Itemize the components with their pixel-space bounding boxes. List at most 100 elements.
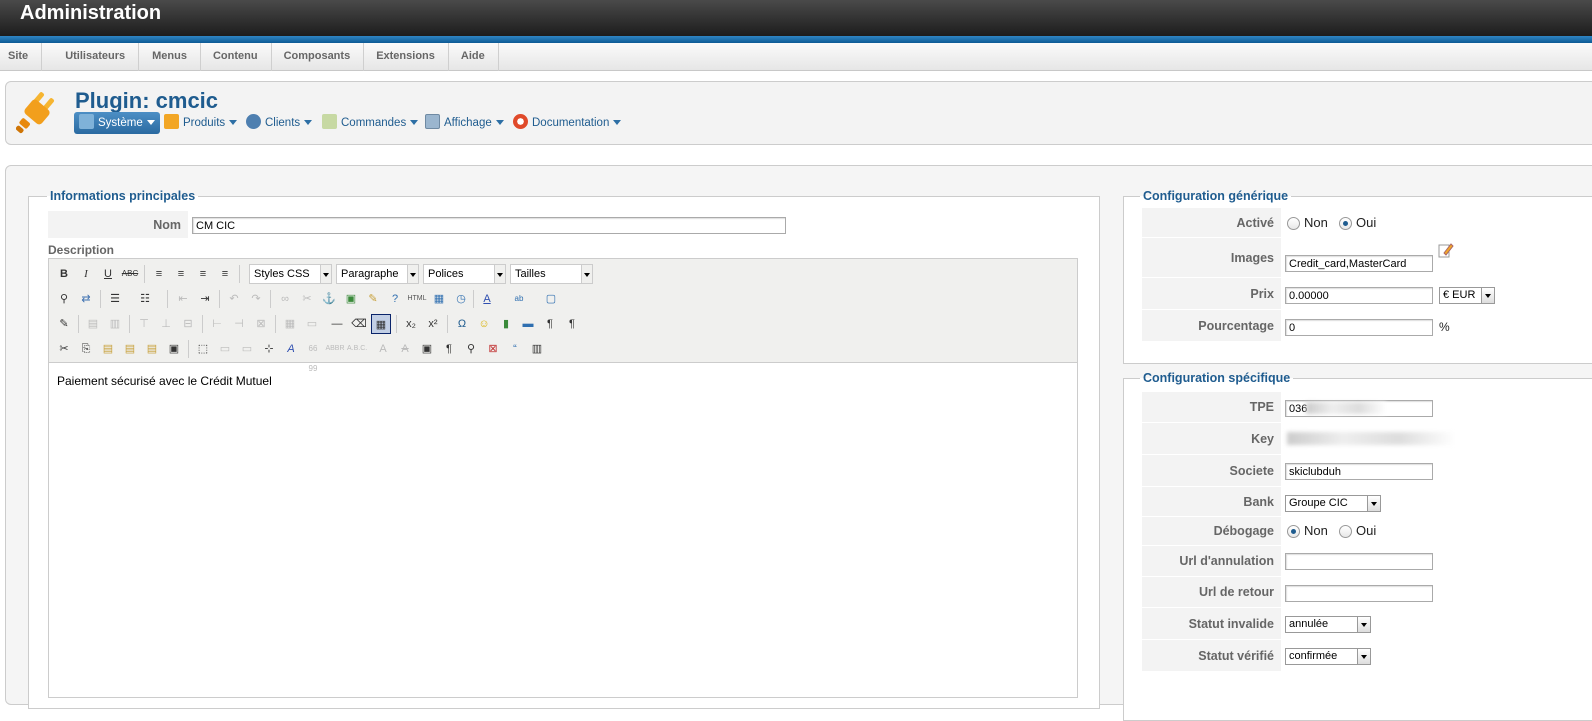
link-icon[interactable]: ∞: [275, 289, 295, 309]
visual-chars-icon[interactable]: ¶: [439, 339, 459, 359]
cut-icon[interactable]: ✂: [54, 339, 74, 359]
menu-item-extensions[interactable]: Extensions: [364, 43, 449, 71]
undo-icon[interactable]: ↶: [224, 289, 244, 309]
non-breaking-icon[interactable]: ⊠: [483, 339, 503, 359]
media-icon[interactable]: ▮: [496, 314, 516, 334]
currency-select[interactable]: € EUR: [1439, 287, 1495, 304]
find-icon[interactable]: ⚲: [54, 289, 74, 309]
indent-icon[interactable]: ⇥: [195, 289, 215, 309]
menu-item-site[interactable]: Site: [0, 43, 43, 71]
text-color-icon[interactable]: A: [477, 289, 497, 309]
move-backward-icon[interactable]: ▭: [237, 339, 257, 359]
cancel-url-input[interactable]: [1285, 553, 1433, 570]
strikethrough-icon[interactable]: ABC: [120, 264, 140, 284]
align-right-icon[interactable]: ≡: [193, 264, 213, 284]
images-input[interactable]: [1285, 255, 1433, 272]
numbered-list-icon[interactable]: ☷: [135, 289, 155, 309]
special-char-icon[interactable]: Ω: [452, 314, 472, 334]
toolbar-affichage[interactable]: Affichage: [425, 112, 504, 134]
rtl-icon[interactable]: ¶: [562, 314, 582, 334]
percent-input[interactable]: [1285, 319, 1433, 336]
table-cell-props-icon[interactable]: ▥: [105, 314, 125, 334]
fullscreen-icon[interactable]: ▢: [541, 289, 561, 309]
html-icon[interactable]: HTML: [407, 289, 427, 309]
merge-cells-icon[interactable]: ▭: [302, 314, 322, 334]
advanced-hr-icon[interactable]: ▬: [518, 314, 538, 334]
societe-input[interactable]: [1285, 463, 1433, 480]
styleprops-icon[interactable]: A: [281, 339, 301, 359]
debug-radio-non[interactable]: [1287, 525, 1300, 538]
ltr-icon[interactable]: ¶: [540, 314, 560, 334]
edit-icon[interactable]: ✎: [54, 314, 74, 334]
debug-radio-oui[interactable]: [1339, 525, 1352, 538]
toolbar-commandes[interactable]: Commandes: [322, 112, 419, 134]
verified-status-select[interactable]: confirmée: [1285, 648, 1371, 665]
bold-icon[interactable]: B: [54, 264, 74, 284]
italic-icon[interactable]: I: [76, 264, 96, 284]
edit-images-icon[interactable]: [1438, 242, 1454, 258]
toolbar-documentation[interactable]: Documentation: [513, 112, 622, 134]
attribs-icon[interactable]: ▣: [417, 339, 437, 359]
sizes-select[interactable]: Tailles: [510, 264, 593, 284]
paste-text-icon[interactable]: ▤: [120, 339, 140, 359]
format-select[interactable]: Paragraphe: [336, 264, 419, 284]
bullet-list-icon[interactable]: ☰: [105, 289, 125, 309]
outdent-icon[interactable]: ⇤: [173, 289, 193, 309]
highlight-color-icon[interactable]: ab: [509, 289, 529, 309]
unlink-icon[interactable]: ✂: [297, 289, 317, 309]
acronym-icon[interactable]: A.B.C.: [347, 339, 367, 359]
invalid-status-select[interactable]: annulée: [1285, 616, 1371, 633]
paste-word-icon[interactable]: ▤: [142, 339, 162, 359]
align-left-icon[interactable]: ≡: [149, 264, 169, 284]
delete-col-icon[interactable]: ⊠: [251, 314, 271, 334]
toolbar-produits[interactable]: Produits: [164, 112, 238, 134]
price-input[interactable]: [1285, 287, 1433, 304]
align-justify-icon[interactable]: ≡: [215, 264, 235, 284]
menu-item-contenu[interactable]: Contenu: [201, 43, 272, 71]
insert-date-icon[interactable]: ▦: [429, 289, 449, 309]
abbr-icon[interactable]: ABBR: [325, 339, 345, 359]
visual-aid-icon[interactable]: ▦: [371, 314, 391, 334]
col-before-icon[interactable]: ⊢: [207, 314, 227, 334]
active-radio-oui[interactable]: [1339, 217, 1352, 230]
insert-layer-icon[interactable]: ⬚: [193, 339, 213, 359]
horizontal-rule-icon[interactable]: —: [327, 314, 347, 334]
return-url-input[interactable]: [1285, 585, 1433, 602]
row-before-icon[interactable]: ⊤: [134, 314, 154, 334]
superscript-icon[interactable]: x²: [423, 314, 443, 334]
key-redaction[interactable]: [1287, 432, 1455, 445]
menu-item-composants[interactable]: Composants: [272, 43, 365, 71]
col-after-icon[interactable]: ⊣: [229, 314, 249, 334]
template-icon[interactable]: ▥: [527, 339, 547, 359]
row-after-icon[interactable]: ⊥: [156, 314, 176, 334]
image-icon[interactable]: ▣: [341, 289, 361, 309]
name-input[interactable]: [192, 217, 786, 234]
emoticons-icon[interactable]: ☺: [474, 314, 494, 334]
del-icon[interactable]: A: [373, 339, 393, 359]
split-cells-icon[interactable]: ▦: [280, 314, 300, 334]
select-all-icon[interactable]: ▣: [164, 339, 184, 359]
bank-select[interactable]: Groupe CIC: [1285, 495, 1381, 512]
fonts-select[interactable]: Polices: [423, 264, 506, 284]
menu-item-aide[interactable]: Aide: [449, 43, 499, 71]
redo-icon[interactable]: ↷: [246, 289, 266, 309]
absolute-icon[interactable]: ⊹: [259, 339, 279, 359]
preview-icon[interactable]: ⚲: [461, 339, 481, 359]
cleanup-icon[interactable]: ✎: [363, 289, 383, 309]
active-radio-non[interactable]: [1287, 217, 1300, 230]
cite-icon[interactable]: 66 99: [303, 339, 323, 373]
subscript-icon[interactable]: x₂: [401, 314, 421, 334]
table-row-props-icon[interactable]: ▤: [83, 314, 103, 334]
help-icon[interactable]: ?: [385, 289, 405, 309]
toolbar-clients[interactable]: Clients: [246, 112, 313, 134]
delete-row-icon[interactable]: ⊟: [178, 314, 198, 334]
align-center-icon[interactable]: ≡: [171, 264, 191, 284]
blockquote-icon[interactable]: “: [505, 339, 525, 359]
paste-icon[interactable]: ▤: [98, 339, 118, 359]
anchor-icon[interactable]: ⚓: [319, 289, 339, 309]
styles-select[interactable]: Styles CSS: [249, 264, 332, 284]
underline-icon[interactable]: U: [98, 264, 118, 284]
editor-content[interactable]: Paiement sécurisé avec le Crédit Mutuel: [57, 374, 272, 388]
menu-item-menus[interactable]: Menus: [139, 43, 201, 71]
replace-icon[interactable]: ⇄: [76, 289, 96, 309]
